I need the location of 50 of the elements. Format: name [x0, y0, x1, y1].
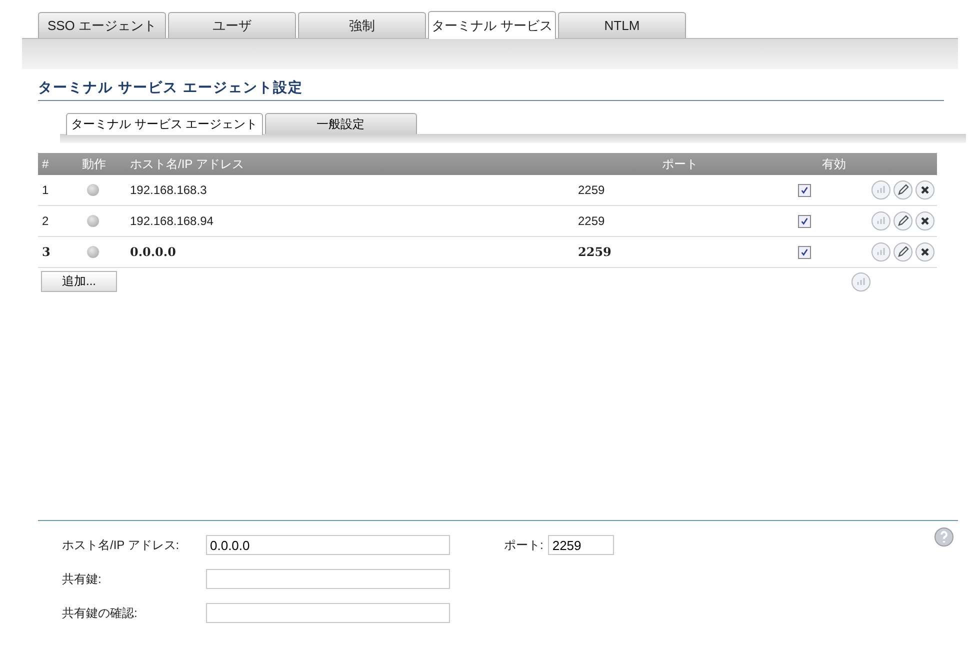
- field-label: ポート:: [504, 536, 544, 554]
- subtab[interactable]: 一般設定: [264, 113, 417, 134]
- column-header: ポート: [661, 157, 698, 171]
- row-number: 3: [41, 245, 50, 259]
- help-icon[interactable]: [934, 527, 954, 547]
- host-cell-text: 192.168.168.94: [129, 214, 214, 228]
- column-header: 有効: [821, 157, 846, 171]
- check-icon: [800, 186, 809, 194]
- column-header: ホスト名/IP アドレス: [129, 157, 244, 171]
- host-cell-text: 192.168.168.3: [129, 183, 207, 197]
- row-number: 2: [41, 214, 49, 228]
- tab[interactable]: ユーザ: [168, 12, 296, 38]
- input-field[interactable]: 0.0.0.0: [206, 535, 450, 555]
- row-number: 1: [41, 183, 49, 197]
- status-dot: [87, 184, 99, 196]
- field-label: 共有鍵の確認:: [61, 604, 138, 622]
- subtab[interactable]: ターミナル サービス エージェント: [66, 113, 263, 135]
- column-header: 動作: [81, 157, 106, 171]
- tab[interactable]: ターミナル サービス: [428, 11, 556, 39]
- input-field[interactable]: [206, 603, 450, 623]
- delete-icon[interactable]: [915, 180, 935, 200]
- table-row[interactable]: 3 0.0.0.0 2259: [38, 237, 937, 268]
- tab[interactable]: SSO エージェント: [38, 12, 166, 38]
- add-button[interactable]: 追加...: [41, 271, 117, 292]
- tab[interactable]: 強制: [298, 12, 426, 38]
- input-field[interactable]: [206, 569, 450, 589]
- status-dot: [87, 215, 99, 227]
- table-row[interactable]: 1 192.168.168.3 2259: [38, 175, 937, 206]
- status-dot: [87, 246, 99, 258]
- field-label: 共有鍵:: [61, 570, 102, 588]
- host-cell-text: 0.0.0.0: [129, 245, 176, 259]
- port-cell-text: 2259: [577, 245, 612, 259]
- input-field[interactable]: 2259: [548, 535, 614, 555]
- check-icon: [800, 216, 809, 226]
- edit-icon[interactable]: [893, 180, 913, 200]
- port-cell-text: 2259: [577, 183, 605, 197]
- checkbox[interactable]: [798, 184, 811, 196]
- checkbox[interactable]: [798, 214, 811, 228]
- field-label: ホスト名/IP アドレス:: [61, 536, 180, 554]
- delete-icon[interactable]: [915, 242, 935, 262]
- port-cell-text: 2259: [577, 214, 605, 228]
- check-icon: [800, 248, 809, 256]
- section-heading: ターミナル サービス エージェント設定: [38, 79, 944, 101]
- column-header: #: [41, 157, 49, 171]
- edit-icon[interactable]: [893, 211, 913, 231]
- checkbox[interactable]: [798, 246, 811, 258]
- tab[interactable]: NTLM: [558, 12, 686, 38]
- table-row[interactable]: 2 192.168.168.94 2259: [38, 206, 937, 237]
- edit-icon[interactable]: [893, 242, 913, 262]
- delete-icon[interactable]: [915, 211, 935, 231]
